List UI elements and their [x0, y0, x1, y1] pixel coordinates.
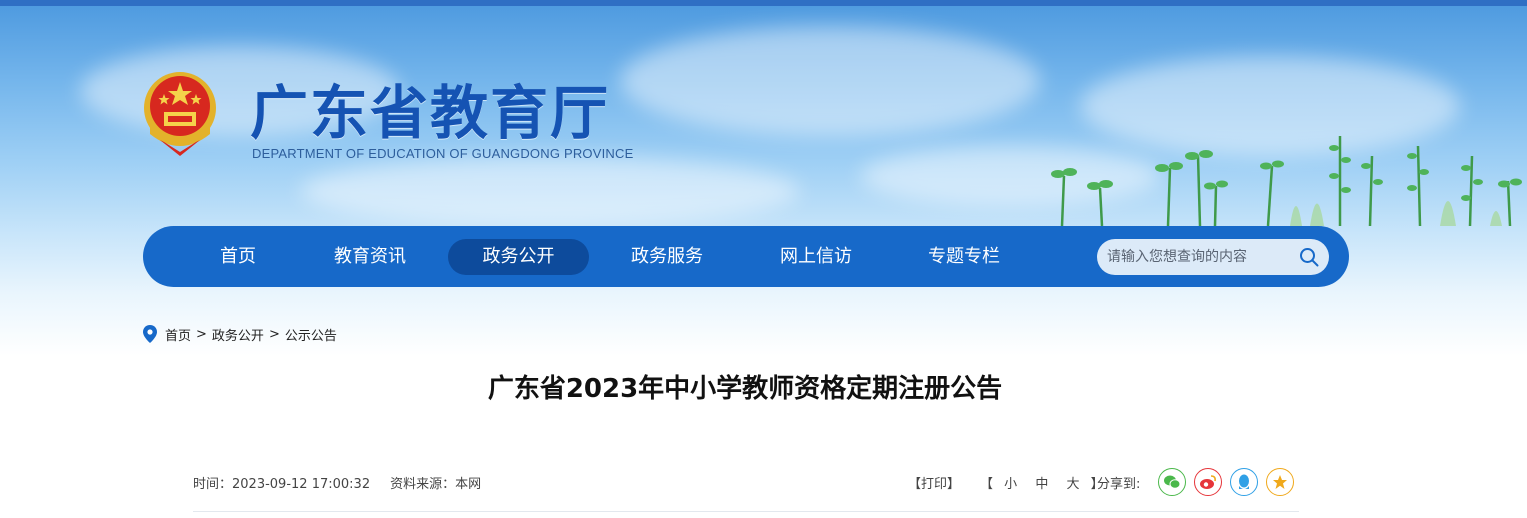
breadcrumb-separator: > [268, 326, 280, 342]
font-size-medium-button[interactable]: 中 [1035, 477, 1048, 492]
cloud-decoration [300, 156, 800, 226]
location-pin-icon [143, 325, 157, 343]
main-nav: 首页 教育资讯 政务公开 政务服务 网上信访 专题专栏 [143, 226, 1349, 287]
share-label: 分享到: [1097, 477, 1141, 492]
time-label: 时间： [193, 477, 233, 492]
site-title: 广东省教育厅 [250, 79, 611, 147]
breadcrumb-government-affairs[interactable]: 政务公开 [212, 325, 264, 344]
font-size-bracket-open: 【 [980, 477, 994, 492]
article-tools: 【打印】 【 小 中 大 】 [908, 473, 1104, 492]
search-icon[interactable] [1299, 247, 1319, 267]
site-subtitle: DEPARTMENT OF EDUCATION OF GUANGDONG PRO… [252, 146, 634, 161]
breadcrumb-home[interactable]: 首页 [165, 325, 191, 344]
qq-icon[interactable] [1230, 468, 1258, 496]
breadcrumb-announcements[interactable]: 公示公告 [285, 325, 337, 344]
article-title: 广东省2023年中小学教师资格定期注册公告 [487, 374, 1003, 404]
breadcrumb-separator: > [196, 326, 207, 342]
cloud-decoration [620, 26, 1040, 136]
qzone-icon[interactable] [1266, 468, 1294, 496]
meta-divider [193, 511, 1299, 512]
search-input[interactable] [1107, 239, 1292, 275]
header-banner [0, 6, 1527, 356]
weibo-icon[interactable] [1194, 468, 1222, 496]
article-meta: 时间：2023-09-12 17:00:32 资料来源：本网 [193, 473, 481, 492]
national-emblem-icon [144, 72, 216, 156]
font-size-control: 【 小 中 大 】 [980, 473, 1104, 492]
nav-item-government-affairs[interactable]: 政务公开 [448, 239, 589, 275]
breadcrumb: 首页 > 政务公开 > 公示公告 [143, 325, 337, 344]
search-box [1097, 239, 1329, 275]
source-label: 资料来源： [390, 477, 456, 492]
font-size-small-button[interactable]: 小 [1004, 477, 1017, 492]
print-button[interactable]: 【打印】 [908, 473, 960, 492]
nav-item-government-services[interactable]: 政务服务 [613, 239, 721, 275]
source-value: 本网 [455, 477, 482, 492]
font-size-large-button[interactable]: 大 [1066, 477, 1079, 492]
nav-item-home[interactable]: 首页 [198, 239, 278, 275]
sprout-decoration [1051, 136, 1522, 227]
nav-item-online-petition[interactable]: 网上信访 [762, 239, 870, 275]
nav-item-special-topics[interactable]: 专题专栏 [910, 239, 1018, 275]
nav-item-education-news[interactable]: 教育资讯 [316, 239, 424, 275]
publish-time: 2023-09-12 17:00:32 [232, 477, 371, 492]
wechat-icon[interactable] [1158, 468, 1186, 496]
